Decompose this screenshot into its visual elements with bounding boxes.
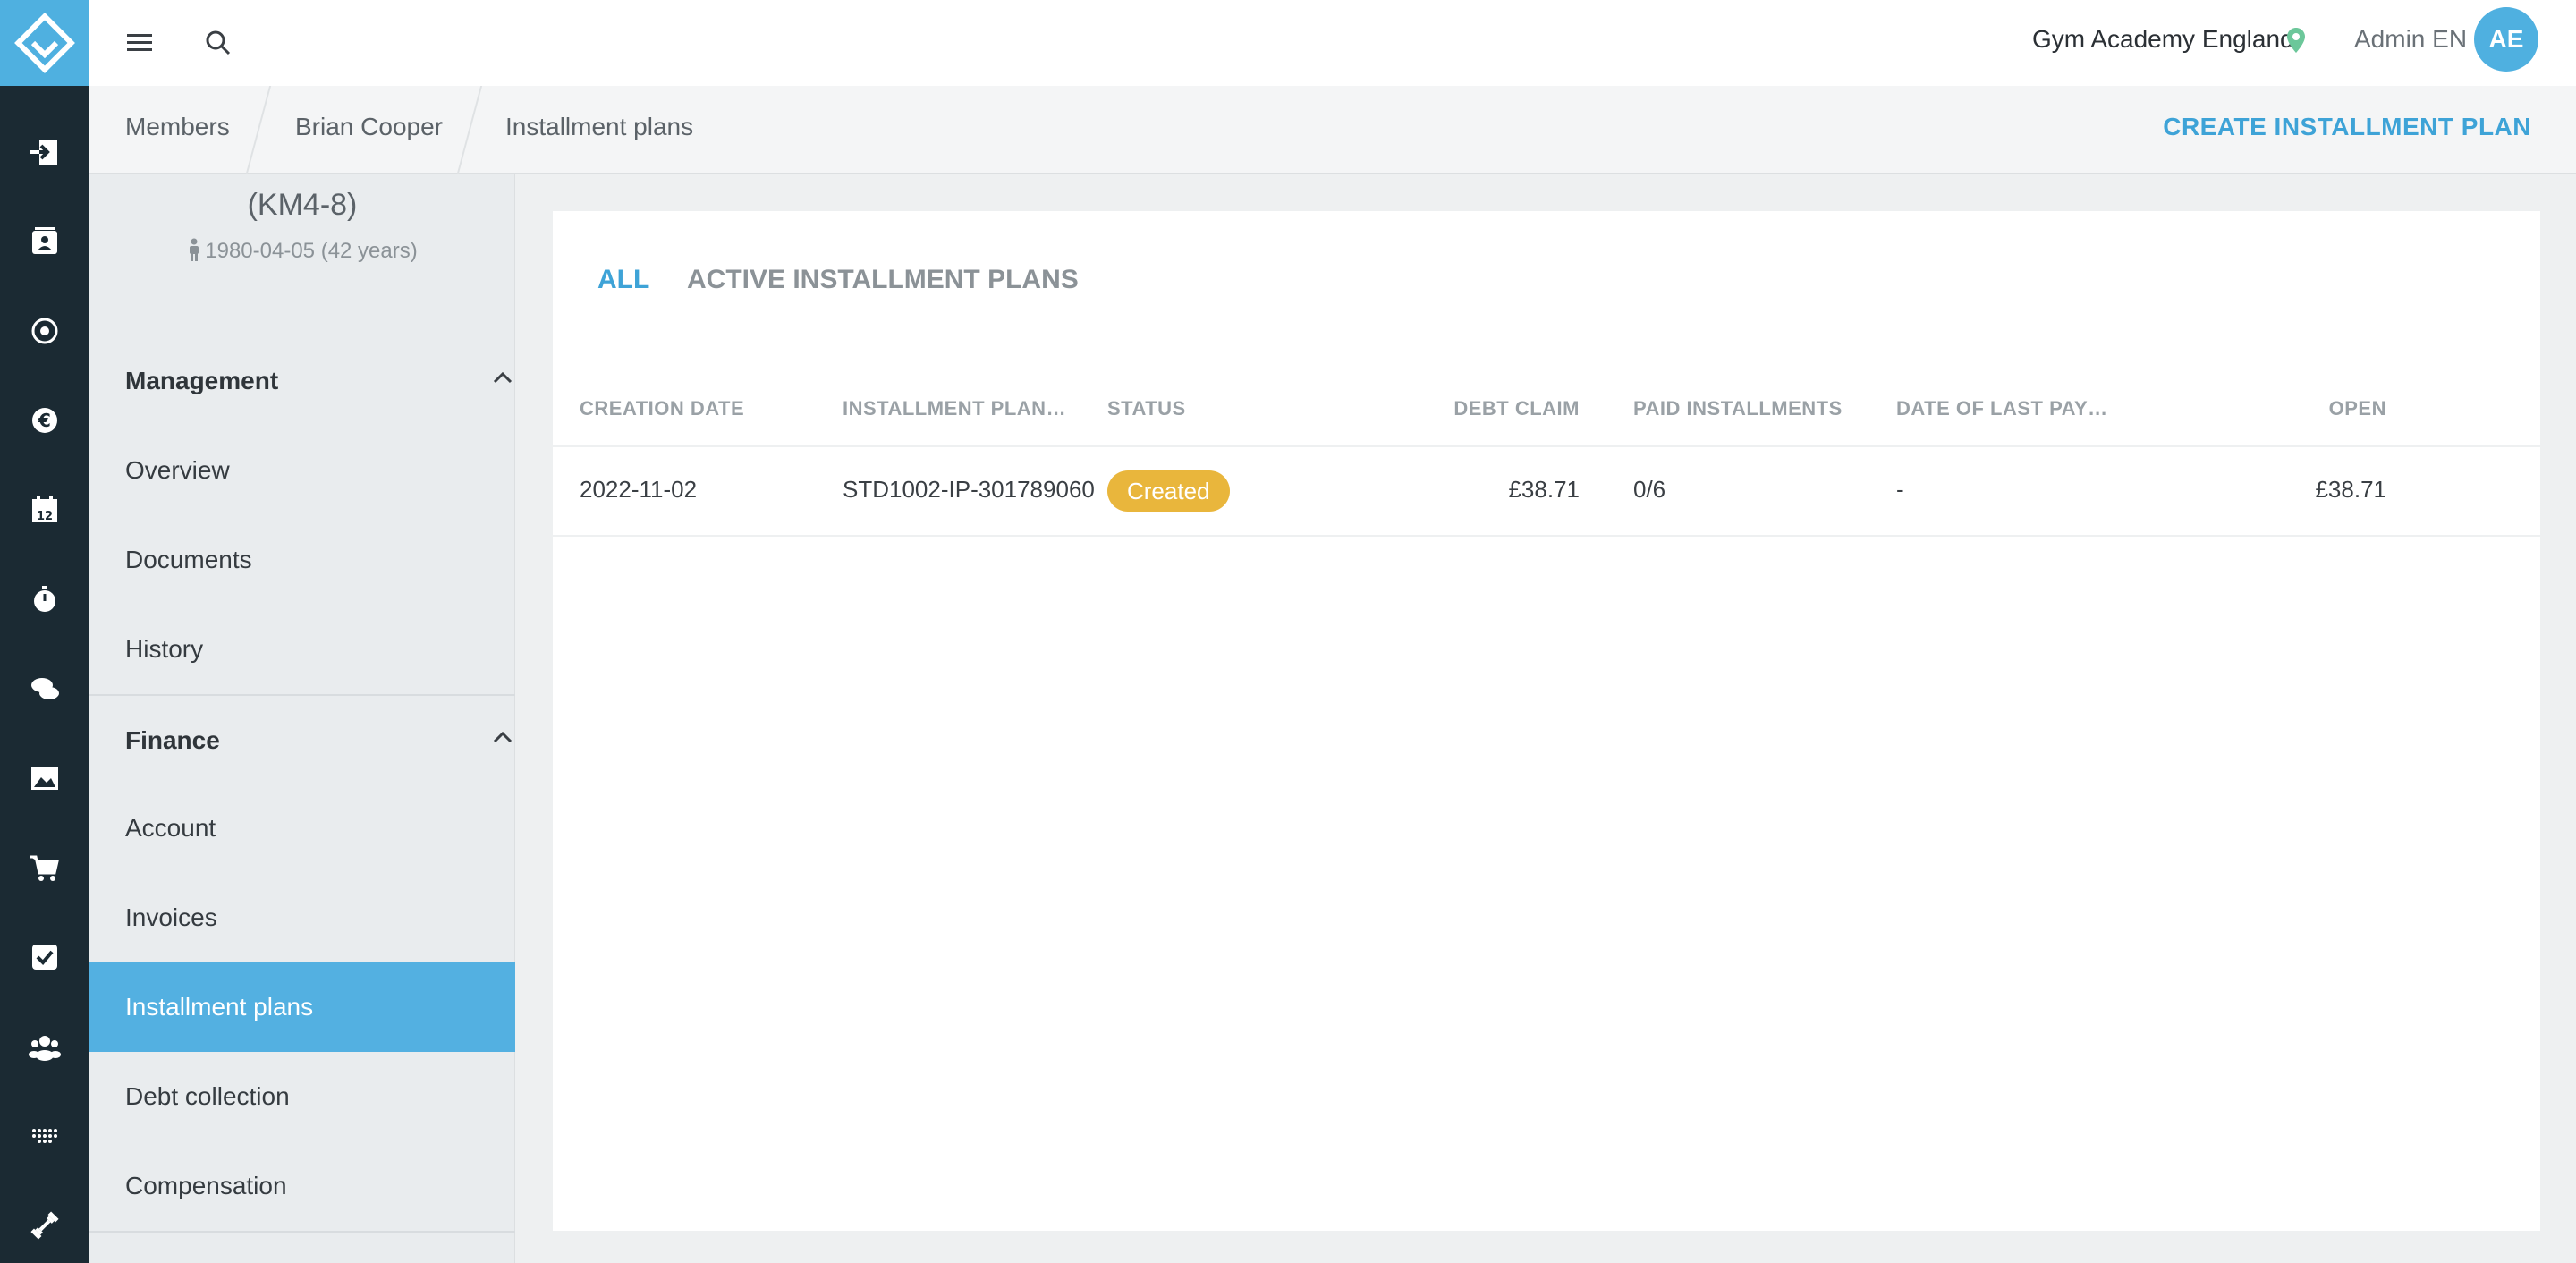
stopwatch-icon[interactable] — [0, 572, 89, 626]
column-header-installment-plan[interactable]: INSTALLMENT PLAN ... — [843, 397, 1066, 420]
person-icon — [190, 238, 199, 261]
cell-date-of-last-payment: - — [1896, 476, 1904, 503]
table-row-divider — [553, 535, 2540, 537]
sidebar-item-compensation[interactable]: Compensation — [89, 1141, 515, 1231]
member-sidebar: (KM4-8) 1980-04-05 (42 years) Management… — [89, 174, 515, 1263]
admin-label[interactable]: Admin EN — [2354, 25, 2467, 54]
cart-icon[interactable] — [0, 841, 89, 894]
menu-icon[interactable] — [118, 21, 161, 64]
sidebar-divider — [89, 694, 515, 696]
logo-icon — [14, 13, 75, 73]
cell-installment-plan: STD1002-IP-301789060 — [843, 476, 1095, 503]
cell-open: £38.71 — [2315, 476, 2386, 503]
breadcrumb-current: Installment plans — [505, 113, 694, 140]
section-management[interactable]: Management — [125, 367, 513, 395]
member-id: (KM4-8) — [247, 188, 358, 222]
sidebar-divider — [89, 1231, 515, 1233]
column-header-status[interactable]: STATUS — [1107, 397, 1286, 420]
status-badge: Created — [1107, 470, 1230, 512]
icon-rail: € 12 — [0, 0, 89, 1263]
svg-text:€: € — [38, 410, 51, 431]
calendar-icon[interactable]: 12 — [0, 483, 89, 537]
cell-debt-claim: £38.71 — [1508, 476, 1580, 503]
dots-grid-icon[interactable] — [0, 1109, 89, 1163]
column-header-open[interactable]: OPEN — [2252, 397, 2386, 420]
search-icon[interactable] — [197, 21, 240, 64]
gym-name[interactable]: Gym Academy England — [2032, 25, 2294, 54]
sidebar-item-documents[interactable]: Documents — [89, 515, 515, 605]
member-card-icon[interactable] — [0, 215, 89, 268]
euro-icon[interactable]: € — [0, 394, 89, 447]
column-header-creation-date[interactable]: CREATION DATE — [580, 397, 821, 420]
svg-text:12: 12 — [37, 510, 53, 523]
chat-icon[interactable] — [0, 662, 89, 716]
create-installment-plan-button[interactable]: CREATE INSTALLMENT PLAN — [2163, 113, 2531, 141]
column-header-paid-installments[interactable]: PAID INSTALLMENTS — [1633, 397, 1875, 420]
column-header-date-of-last-payment[interactable]: DATE OF LAST PAYM... — [1896, 397, 2120, 420]
sidebar-item-history[interactable]: History — [89, 605, 515, 694]
checkbox-icon[interactable] — [0, 930, 89, 984]
dumbbell-icon[interactable] — [0, 1199, 89, 1252]
cell-paid-installments: 0/6 — [1633, 476, 1666, 503]
sidebar-item-installment-plans[interactable]: Installment plans — [89, 962, 515, 1052]
target-icon[interactable] — [0, 304, 89, 358]
sidebar-item-debt-collection[interactable]: Debt collection — [89, 1052, 515, 1141]
column-header-debt-claim[interactable]: DEBT CLAIM — [1447, 397, 1580, 420]
chevron-up-icon[interactable] — [492, 370, 513, 385]
installment-plans-card: ALL ACTIVE INSTALLMENT PLANS CREATION DA… — [553, 211, 2540, 1231]
breadcrumb: Members Brian Cooper Installment plans C… — [89, 86, 2576, 174]
table-header-divider — [553, 445, 2540, 447]
member-dob: 1980-04-05 (42 years) — [89, 238, 515, 264]
app-logo[interactable] — [0, 0, 89, 86]
login-icon[interactable] — [0, 125, 89, 179]
sidebar-item-invoices[interactable]: Invoices — [89, 873, 515, 962]
cell-creation-date: 2022-11-02 — [580, 476, 698, 503]
sidebar-item-account[interactable]: Account — [89, 784, 515, 873]
tab-active-installment-plans[interactable]: ACTIVE INSTALLMENT PLANS — [687, 265, 1079, 295]
tab-all[interactable]: ALL — [597, 265, 649, 295]
section-management-title: Management — [125, 367, 279, 394]
chevron-up-icon[interactable] — [492, 730, 513, 744]
image-icon[interactable] — [0, 751, 89, 805]
breadcrumb-separator — [456, 86, 483, 174]
group-icon[interactable] — [0, 1020, 89, 1073]
member-dob-text: 1980-04-05 (42 years) — [205, 239, 418, 263]
section-finance-title: Finance — [125, 726, 220, 754]
location-pin-icon — [2287, 28, 2305, 53]
breadcrumb-separator — [245, 86, 272, 174]
sidebar-item-overview[interactable]: Overview — [89, 426, 515, 515]
top-bar: Gym Academy England Admin EN AE — [89, 0, 2576, 86]
avatar[interactable]: AE — [2474, 7, 2538, 72]
section-finance[interactable]: Finance — [125, 726, 513, 755]
breadcrumb-member-name[interactable]: Brian Cooper — [295, 113, 443, 141]
breadcrumb-members[interactable]: Members — [125, 113, 230, 141]
